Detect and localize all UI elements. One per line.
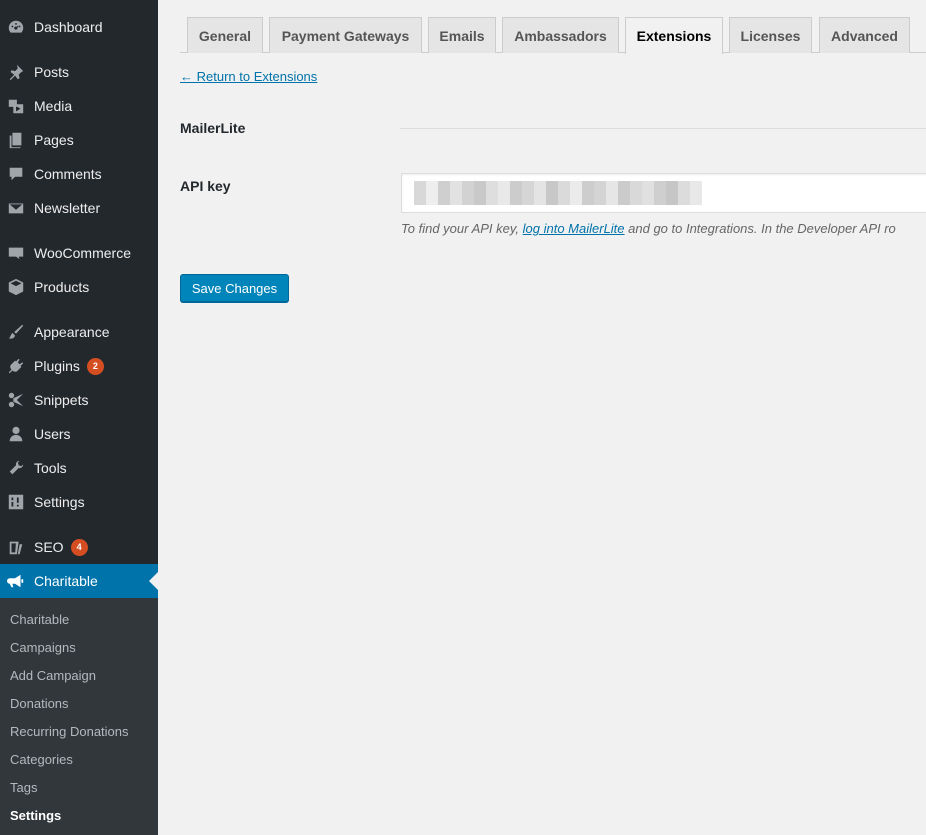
submenu-item-categories[interactable]: Categories <box>10 752 73 767</box>
menu-label: Users <box>34 426 71 442</box>
brush-icon <box>6 322 26 342</box>
menu-item-posts[interactable]: Posts <box>0 55 158 89</box>
submenu-item-donations[interactable]: Donations <box>10 696 69 711</box>
media-icon <box>6 96 26 116</box>
menu-item-users[interactable]: Users <box>0 417 158 451</box>
submenu-item-campaigns[interactable]: Campaigns <box>10 640 76 655</box>
wrench-icon <box>6 458 26 478</box>
menu-label: Products <box>34 279 90 295</box>
settings-tabs: General Payment Gateways Emails Ambassad… <box>180 17 926 54</box>
admin-sidebar: Dashboard Posts Media Pages Comments New… <box>0 0 158 835</box>
menu-item-pages[interactable]: Pages <box>0 123 158 157</box>
user-icon <box>6 424 26 444</box>
menu-item-comments[interactable]: Comments <box>0 157 158 191</box>
menu-label: WooCommerce <box>34 245 131 261</box>
menu-item-appearance[interactable]: Appearance <box>0 315 158 349</box>
api-key-help-text: To find your API key, log into MailerLit… <box>401 221 926 236</box>
tab-payment-gateways[interactable]: Payment Gateways <box>269 17 422 53</box>
save-changes-button[interactable]: Save Changes <box>180 274 289 302</box>
notification-count-badge: 4 <box>70 538 88 556</box>
menu-label: Dashboard <box>34 19 103 35</box>
menu-label: Settings <box>34 494 85 510</box>
menu-label: Appearance <box>34 324 110 340</box>
redacted-api-key <box>414 181 702 205</box>
box-icon <box>6 277 26 297</box>
menu-item-charitable[interactable]: Charitable <box>0 564 158 598</box>
tab-extensions[interactable]: Extensions <box>625 17 723 54</box>
menu-label: Plugins <box>34 358 80 374</box>
menu-label: Newsletter <box>34 200 101 216</box>
update-count-badge: 2 <box>86 357 104 375</box>
dashboard-icon <box>6 17 26 37</box>
submenu-item-charitable[interactable]: Charitable <box>10 612 69 627</box>
envelope-icon <box>6 198 26 218</box>
help-text-after: and go to Integrations. In the Developer… <box>624 221 896 236</box>
menu-item-settings[interactable]: Settings <box>0 485 158 519</box>
scissors-icon <box>6 390 26 410</box>
tab-advanced[interactable]: Advanced <box>819 17 910 53</box>
comment-icon <box>6 164 26 184</box>
tab-licenses[interactable]: Licenses <box>729 17 812 53</box>
tab-ambassadors[interactable]: Ambassadors <box>502 17 619 53</box>
menu-item-newsletter[interactable]: Newsletter <box>0 191 158 225</box>
menu-label: Comments <box>34 166 102 182</box>
tab-general[interactable]: General <box>187 17 263 53</box>
tab-emails[interactable]: Emails <box>428 17 496 53</box>
help-text-before: To find your API key, <box>401 221 523 236</box>
menu-label: Snippets <box>34 392 89 408</box>
menu-item-products[interactable]: Products <box>0 270 158 304</box>
menu-item-plugins[interactable]: Plugins 2 <box>0 349 158 383</box>
plug-icon <box>6 356 26 376</box>
menu-label: Media <box>34 98 73 114</box>
megaphone-icon <box>6 571 26 591</box>
submenu-item-tags[interactable]: Tags <box>10 780 37 795</box>
menu-label: Tools <box>34 460 67 476</box>
mailerlite-login-link[interactable]: log into MailerLite <box>523 221 625 236</box>
woo-icon <box>6 243 26 263</box>
charitable-submenu: Charitable Campaigns Add Campaign Donati… <box>0 598 158 835</box>
menu-item-tools[interactable]: Tools <box>0 451 158 485</box>
section-divider <box>400 128 926 129</box>
sliders-icon <box>6 492 26 512</box>
menu-label: Posts <box>34 64 70 80</box>
api-key-input[interactable] <box>401 173 926 213</box>
submenu-item-recurring-donations[interactable]: Recurring Donations <box>10 724 129 739</box>
menu-item-woocommerce[interactable]: WooCommerce <box>0 236 158 270</box>
menu-label: Charitable <box>34 573 98 589</box>
api-key-label: API key <box>180 178 231 194</box>
pin-icon <box>6 62 26 82</box>
menu-item-seo[interactable]: SEO 4 <box>0 530 158 564</box>
submenu-item-add-campaign[interactable]: Add Campaign <box>10 668 96 683</box>
submenu-item-settings[interactable]: Settings <box>10 808 61 823</box>
menu-label: SEO <box>34 539 64 555</box>
section-title: MailerLite <box>180 120 246 136</box>
menu-label: Pages <box>34 132 74 148</box>
pages-icon <box>6 130 26 150</box>
return-to-extensions-link[interactable]: ← Return to Extensions <box>180 69 317 84</box>
yoast-icon <box>6 537 26 557</box>
menu-item-dashboard[interactable]: Dashboard <box>0 10 158 44</box>
menu-item-snippets[interactable]: Snippets <box>0 383 158 417</box>
menu-item-media[interactable]: Media <box>0 89 158 123</box>
